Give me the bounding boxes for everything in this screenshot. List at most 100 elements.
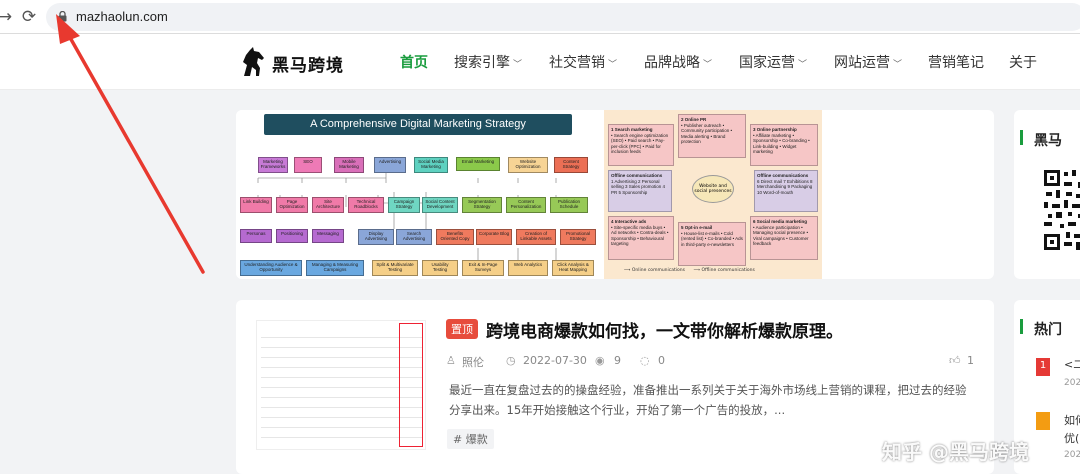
section-accent-bar — [1020, 130, 1023, 145]
rank-badge — [1036, 412, 1050, 430]
zhihu-watermark: 知乎 @黑马跨境 — [882, 440, 1029, 464]
hero-banner[interactable]: A Comprehensive Digital Marketing Strate… — [236, 110, 994, 279]
grid-cell: 2 Online PR • Publisher outreach • Commun… — [678, 114, 746, 158]
mindmap-node: Content Personalization — [506, 197, 546, 213]
mindmap-node: Click Analysis & Heat Mapping — [552, 260, 594, 276]
mindmap-node: Page Optimization — [276, 197, 308, 213]
reload-icon[interactable]: ⟳ — [20, 8, 38, 26]
chevron-down-icon: ﹀ — [703, 60, 713, 70]
nav-item-website-ops[interactable]: 网站运营 ﹀ — [834, 52, 902, 72]
grid-cell: Offline communications 6 Direct mail 7 Ex… — [754, 170, 818, 212]
article-likes: 1 — [967, 354, 974, 367]
thumbs-up-icon[interactable]: 👍︎ — [949, 354, 961, 367]
forward-icon[interactable]: → — [0, 8, 14, 26]
article-author[interactable]: 照伦 — [462, 354, 484, 370]
grid-cell: Offline communications 1 Advertising 2 Pe… — [608, 170, 672, 212]
mindmap-node: Promotional Strategy — [560, 229, 596, 245]
grid-cell: 3 Online partnership • Affiliate marketin… — [750, 124, 818, 166]
nav-item-marketing-notes[interactable]: 营销笔记 — [928, 52, 984, 72]
mindmap-node: Publication Schedule — [550, 197, 588, 213]
chevron-down-icon: ﹀ — [893, 60, 903, 70]
mindmap-node: Marketing Frameworks — [258, 157, 288, 173]
mindmap-node: Content Strategy — [554, 157, 588, 173]
mindmap-node: Website Optimization — [508, 157, 548, 173]
mindmap-node: Understanding Audience & Opportunity — [240, 260, 302, 276]
article-comments: 0 — [658, 354, 665, 367]
mindmap-node: Creation of Linkable Assets — [516, 229, 556, 245]
eye-icon: ◉ — [595, 354, 605, 367]
article-excerpt: 最近一直在复盘过去的的操盘经验，准备推出一系列关于关于海外市场线上营销的课程，把… — [449, 383, 967, 417]
mindmap-node: Site Architecture — [312, 197, 344, 213]
mindmap-connectors — [257, 172, 557, 260]
mindmap-node: Usability Testing — [422, 260, 458, 276]
sidebar-qr-card: 黑马 — [1014, 110, 1080, 279]
site-header: 黑马跨境 首页 搜索引擎 ﹀ 社交营销 ﹀ 品牌战略 ﹀ 国家运营 ﹀ 网站运营 ﹀ 营销… — [0, 34, 1080, 90]
clock-icon: ◷ — [506, 354, 516, 367]
hot-title: 热门 — [1034, 322, 1062, 338]
nav-item-social-marketing[interactable]: 社交营销 ﹀ — [549, 52, 617, 72]
article-tag[interactable]: # 爆款 — [447, 429, 494, 449]
mindmap-node: Email Marketing — [456, 157, 500, 171]
mindmap-node: Campaign Strategy — [388, 197, 420, 213]
mindmap-node: Exit & In-Page Surveys — [462, 260, 504, 276]
marketing-grid-image: 1 Search marketing • Search engine optimi… — [604, 110, 822, 279]
article-date: 2022-07-30 — [523, 354, 587, 367]
mindmap-node: Technical Roadblocks — [348, 197, 384, 213]
hot-item-title[interactable]: 如何 — [1064, 412, 1080, 428]
mindmap-node: Managing & Measuring Campaigns — [306, 260, 364, 276]
article-title[interactable]: 跨境电商爆款如何找，一文带你解析爆款原理。 — [486, 317, 843, 342]
nav-item-search-engine[interactable]: 搜索引擎 ﹀ — [454, 52, 522, 72]
mindmap-node: Advertising — [374, 157, 406, 173]
comment-icon: ◌ — [640, 354, 650, 367]
hot-item-title-line2[interactable]: 优( — [1064, 430, 1079, 446]
grid-cell: 6 Social media marketing • Audience parti… — [750, 216, 818, 260]
nav-item-brand-strategy[interactable]: 品牌战略 ﹀ — [644, 52, 712, 72]
rank-badge: 1 — [1036, 358, 1050, 376]
address-bar[interactable]: mazhaolun.com — [46, 3, 1080, 31]
site-logo[interactable]: 黑马跨境 — [238, 46, 348, 78]
mindmap-image: A Comprehensive Digital Marketing Strate… — [236, 110, 604, 279]
horse-logo-icon — [243, 47, 264, 76]
qr-code-icon — [1042, 168, 1080, 252]
grid-center: Website and social presences — [692, 175, 734, 203]
mindmap-node: Social Media Marketing — [414, 157, 448, 173]
mindmap-node: Link Building — [240, 197, 272, 213]
mindmap-node: Personas — [240, 229, 272, 243]
pinned-badge: 置顶 — [446, 319, 478, 339]
chevron-down-icon: ﹀ — [513, 60, 523, 70]
chevron-down-icon: ﹀ — [798, 60, 808, 70]
thumb-highlight — [399, 323, 423, 447]
article-card[interactable]: 置顶 跨境电商爆款如何找，一文带你解析爆款原理。 ♙ 照伦 ◷ 2022-07-… — [236, 300, 994, 474]
grid-cell: 1 Search marketing • Search engine optimi… — [608, 124, 674, 166]
site-logo-text: 黑马跨境 — [272, 56, 344, 76]
nav-item-about[interactable]: 关于 — [1009, 52, 1037, 72]
mindmap-node: Social Content Development — [422, 197, 458, 213]
mindmap-node: Messaging — [312, 229, 344, 243]
mindmap-node: Web Analytics — [508, 260, 548, 276]
mindmap-node: Display Advertising — [358, 229, 394, 245]
lock-icon — [58, 11, 67, 22]
grid-cell: 5 Opt-in e-mail • House-list e-mails • Co… — [678, 222, 746, 266]
mindmap-node: Split & Multivariate Testing — [372, 260, 418, 276]
nav-item-country-ops[interactable]: 国家运营 ﹀ — [739, 52, 807, 72]
mindmap-node: Corporate Blog — [476, 229, 512, 245]
mindmap-node: Search Advertising — [396, 229, 432, 245]
article-views: 9 — [614, 354, 621, 367]
grid-legend: ⟶ Online communications ⟶ Offline commun… — [624, 268, 755, 273]
hot-item-date: 202 — [1064, 450, 1080, 460]
grid-cell: 4 Interactive ads • Site-specific media b… — [608, 216, 674, 260]
user-icon: ♙ — [446, 354, 456, 367]
hot-item-title[interactable]: <二 — [1064, 356, 1080, 372]
url-text: mazhaolun.com — [76, 9, 168, 24]
browser-toolbar: → ⟳ mazhaolun.com — [0, 0, 1080, 34]
mindmap-node: Segmentation Strategy — [462, 197, 502, 213]
article-thumbnail[interactable] — [256, 320, 426, 450]
chevron-down-icon: ﹀ — [608, 60, 618, 70]
mindmap-node: SEO — [294, 157, 322, 173]
mindmap-node: Positioning — [276, 229, 308, 243]
hot-item-date: 202 — [1064, 378, 1080, 388]
nav-item-home[interactable]: 首页 — [400, 52, 428, 72]
mindmap-node: Benefits Oriented Copy — [436, 229, 474, 245]
sidebar-qr-title: 黑马 — [1034, 133, 1062, 149]
mindmap-node: Mobile Marketing — [334, 157, 364, 173]
